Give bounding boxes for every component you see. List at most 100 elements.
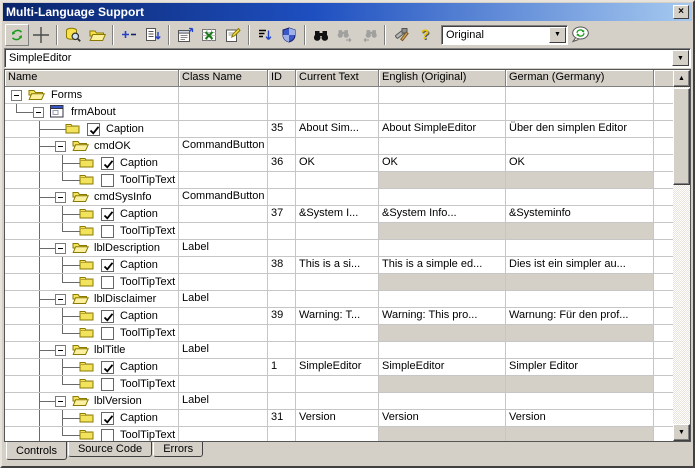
column-header-german-germany-[interactable]: German (Germany) bbox=[506, 70, 654, 87]
vertical-scrollbar[interactable]: ▲ ▼ bbox=[673, 70, 690, 441]
grid-row[interactable]: lblVersionLabel bbox=[5, 393, 675, 410]
current-text-cell[interactable] bbox=[296, 376, 379, 393]
tab-source-code[interactable]: Source Code bbox=[68, 442, 152, 457]
grid-row[interactable]: ToolTipText bbox=[5, 223, 675, 240]
name-cell[interactable]: Caption bbox=[5, 410, 179, 427]
english-cell[interactable]: Version bbox=[379, 410, 506, 427]
id-cell[interactable]: 39 bbox=[268, 308, 296, 325]
grid-row[interactable]: Caption39Warning: T...Warning: This pro.… bbox=[5, 308, 675, 325]
id-cell[interactable] bbox=[268, 189, 296, 206]
class-name-cell[interactable] bbox=[179, 155, 268, 172]
current-text-cell[interactable] bbox=[296, 393, 379, 410]
edit-texts-button[interactable] bbox=[221, 24, 245, 46]
title-bar[interactable]: Multi-Language Support × bbox=[3, 3, 692, 21]
property-checkbox-unchecked[interactable] bbox=[101, 429, 114, 442]
german-cell[interactable] bbox=[506, 87, 654, 104]
property-checkbox-checked[interactable] bbox=[87, 123, 100, 136]
document-sort-button[interactable] bbox=[141, 24, 165, 46]
english-cell[interactable] bbox=[379, 104, 506, 121]
scope-combobox[interactable]: SimpleEditor ▼ bbox=[4, 48, 691, 68]
name-cell[interactable]: Caption bbox=[5, 257, 179, 274]
properties-button[interactable] bbox=[173, 24, 197, 46]
class-name-cell[interactable] bbox=[179, 257, 268, 274]
english-cell[interactable]: About SimpleEditor bbox=[379, 121, 506, 138]
german-cell[interactable]: &Systeminfo bbox=[506, 206, 654, 223]
tree-expand-box[interactable] bbox=[55, 396, 66, 407]
class-name-cell[interactable]: Label bbox=[179, 393, 268, 410]
german-cell[interactable] bbox=[506, 342, 654, 359]
help-button[interactable]: ? bbox=[413, 24, 437, 46]
current-text-cell[interactable] bbox=[296, 240, 379, 257]
german-cell[interactable] bbox=[506, 172, 654, 189]
id-cell[interactable] bbox=[268, 274, 296, 291]
grid-row[interactable]: ToolTipText bbox=[5, 427, 675, 442]
scan-project-button[interactable] bbox=[61, 24, 85, 46]
id-cell[interactable]: 31 bbox=[268, 410, 296, 427]
property-checkbox-unchecked[interactable] bbox=[101, 225, 114, 238]
tree-expand-box[interactable] bbox=[11, 90, 22, 101]
column-header-english-original-[interactable]: English (Original) bbox=[379, 70, 506, 87]
tree-expand-box[interactable] bbox=[55, 243, 66, 254]
current-text-cell[interactable]: &System I... bbox=[296, 206, 379, 223]
tab-errors[interactable]: Errors bbox=[153, 442, 203, 457]
class-name-cell[interactable] bbox=[179, 121, 268, 138]
name-cell[interactable]: Caption bbox=[5, 359, 179, 376]
column-header-name[interactable]: Name bbox=[5, 70, 179, 87]
english-cell[interactable] bbox=[379, 172, 506, 189]
name-cell[interactable]: ToolTipText bbox=[5, 172, 179, 189]
chevron-down-icon[interactable]: ▼ bbox=[549, 27, 566, 43]
column-header-id[interactable]: ID bbox=[268, 70, 296, 87]
id-cell[interactable] bbox=[268, 393, 296, 410]
open-project-button[interactable] bbox=[85, 24, 109, 46]
add-crosshair-button[interactable] bbox=[29, 24, 53, 46]
class-name-cell[interactable] bbox=[179, 104, 268, 121]
property-checkbox-unchecked[interactable] bbox=[101, 378, 114, 391]
id-cell[interactable]: 38 bbox=[268, 257, 296, 274]
id-cell[interactable] bbox=[268, 172, 296, 189]
id-cell[interactable]: 36 bbox=[268, 155, 296, 172]
english-cell[interactable]: Warning: This pro... bbox=[379, 308, 506, 325]
tree-expand-box[interactable] bbox=[33, 107, 44, 118]
grid-row[interactable]: ToolTipText bbox=[5, 172, 675, 189]
class-name-cell[interactable] bbox=[179, 410, 268, 427]
property-checkbox-checked[interactable] bbox=[101, 208, 114, 221]
property-checkbox-checked[interactable] bbox=[101, 310, 114, 323]
english-cell[interactable] bbox=[379, 376, 506, 393]
name-cell[interactable]: lblVersion bbox=[5, 393, 179, 410]
grid-row[interactable]: lblTitleLabel bbox=[5, 342, 675, 359]
english-cell[interactable] bbox=[379, 240, 506, 257]
german-cell[interactable]: Über den simplen Editor bbox=[506, 121, 654, 138]
current-text-cell[interactable]: Warning: T... bbox=[296, 308, 379, 325]
class-name-cell[interactable]: CommandButton bbox=[179, 138, 268, 155]
find-button[interactable] bbox=[309, 24, 333, 46]
grid-row[interactable]: cmdOKCommandButton bbox=[5, 138, 675, 155]
class-name-cell[interactable] bbox=[179, 359, 268, 376]
english-cell[interactable] bbox=[379, 274, 506, 291]
german-cell[interactable] bbox=[506, 104, 654, 121]
find-next-button[interactable] bbox=[333, 24, 357, 46]
current-text-cell[interactable] bbox=[296, 172, 379, 189]
chevron-down-icon[interactable]: ▼ bbox=[672, 50, 689, 66]
id-cell[interactable] bbox=[268, 104, 296, 121]
name-cell[interactable]: Caption bbox=[5, 206, 179, 223]
column-header-current-text[interactable]: Current Text bbox=[296, 70, 379, 87]
german-cell[interactable]: Warnung: Für den prof... bbox=[506, 308, 654, 325]
id-cell[interactable] bbox=[268, 240, 296, 257]
class-name-cell[interactable] bbox=[179, 87, 268, 104]
english-cell[interactable] bbox=[379, 87, 506, 104]
english-cell[interactable] bbox=[379, 325, 506, 342]
name-cell[interactable]: cmdOK bbox=[5, 138, 179, 155]
export-excel-button[interactable] bbox=[197, 24, 221, 46]
current-text-cell[interactable]: SimpleEditor bbox=[296, 359, 379, 376]
german-cell[interactable] bbox=[506, 376, 654, 393]
grid-row[interactable]: Forms bbox=[5, 87, 675, 104]
german-cell[interactable]: OK bbox=[506, 155, 654, 172]
english-cell[interactable] bbox=[379, 291, 506, 308]
grid-row[interactable]: Caption1SimpleEditorSimpleEditorSimpler … bbox=[5, 359, 675, 376]
name-cell[interactable]: ToolTipText bbox=[5, 223, 179, 240]
class-name-cell[interactable] bbox=[179, 427, 268, 442]
german-cell[interactable] bbox=[506, 274, 654, 291]
class-name-cell[interactable] bbox=[179, 308, 268, 325]
english-cell[interactable] bbox=[379, 138, 506, 155]
scroll-down-button[interactable]: ▼ bbox=[673, 424, 690, 441]
